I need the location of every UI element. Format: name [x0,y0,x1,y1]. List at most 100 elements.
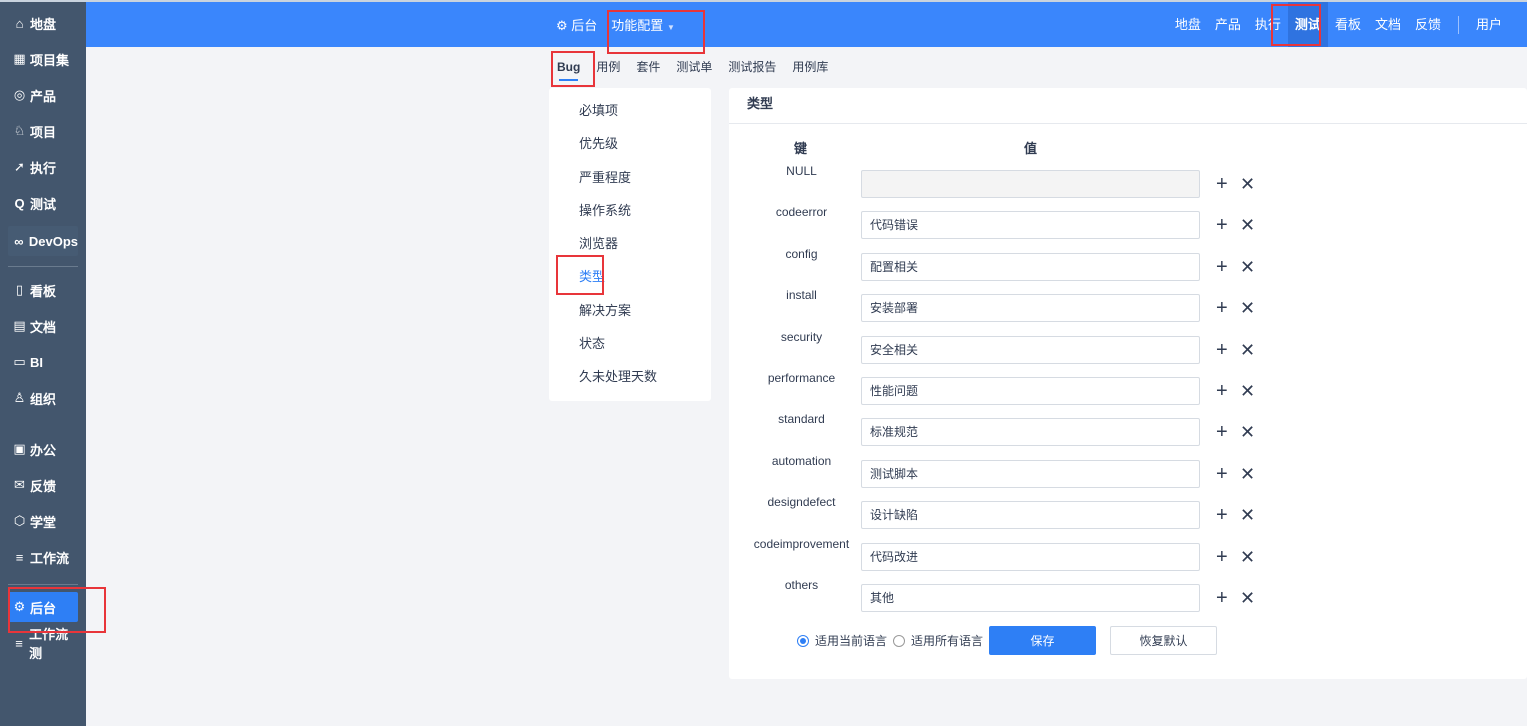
save-button[interactable]: 保存 [989,626,1097,655]
radio-label: 适用所有语言 [911,634,984,648]
close-icon[interactable]: ✕ [1240,296,1255,320]
sidebar-item-execution[interactable]: ➚ 执行 [8,152,78,182]
top-nav-item[interactable]: 看板 [1328,2,1368,47]
row-value-input[interactable]: 安装部署 [861,294,1200,323]
plus-icon[interactable]: + [1216,420,1228,444]
plus-icon[interactable]: + [1216,379,1228,403]
value-header: 值 [1024,141,1038,156]
sub-nav-tab[interactable]: 用例库 [784,47,836,87]
sidebar-item-admin[interactable]: ⚙ 后台 [8,592,78,622]
row-value-input[interactable]: 代码错误 [861,211,1200,240]
key-value-row: standard 标准规范 + ✕ [729,412,1289,447]
sidebar-item-label: 文档 [30,319,57,335]
plus-icon[interactable]: + [1216,545,1228,569]
sub-nav-tab[interactable]: 套件 [628,47,668,87]
close-icon[interactable]: ✕ [1240,379,1255,403]
section-dropdown[interactable]: 功能配置 ▼ [611,15,675,34]
row-value-input[interactable]: 安全相关 [861,335,1200,364]
config-menu-item[interactable]: 优先级 [549,127,711,160]
sidebar-divider [8,584,78,585]
row-value-input[interactable]: 其他 [861,584,1200,612]
sidebar-item-product[interactable]: ◎ 产品 [8,80,78,110]
sidebar-item-label: 执行 [30,160,57,176]
sidebar-item-qa[interactable]: Q 测试 [8,188,78,218]
config-menu-item[interactable]: 严重程度 [549,161,711,194]
close-icon[interactable]: ✕ [1240,338,1255,362]
sidebar-item-workflow-test[interactable]: ≡ 工作流测 [8,627,78,661]
sidebar-item-org[interactable]: ♙ 组织 [8,383,78,413]
row-value-input[interactable] [861,170,1200,198]
gear-icon: ⚙ [556,18,568,33]
key-value-row: codeerror 代码错误 + ✕ [729,205,1289,240]
sidebar-item-label: 办公 [30,442,57,458]
row-key: performance [767,371,836,385]
sidebar-item-oa[interactable]: ▣ 办公 [8,434,78,464]
close-icon[interactable]: ✕ [1240,545,1255,569]
sidebar-item-academy[interactable]: ⬡ 学堂 [8,506,78,536]
plus-icon[interactable]: + [1216,503,1228,527]
config-menu-item[interactable]: 解决方案 [549,294,711,327]
admin-icon: ⚙ [13,599,26,614]
plus-icon[interactable]: + [1216,172,1228,196]
plus-icon[interactable]: + [1216,255,1228,279]
close-icon[interactable]: ✕ [1240,255,1255,279]
sidebar-item-home[interactable]: ⌂ 地盘 [8,8,78,38]
home-icon: ⌂ [15,15,24,31]
close-icon[interactable]: ✕ [1240,420,1255,444]
radio-checked-icon [797,634,809,647]
close-icon[interactable]: ✕ [1240,213,1255,237]
sidebar-item-workflow[interactable]: ≡ 工作流 [8,542,78,572]
sidebar-item-kanban[interactable]: ▯ 看板 [8,275,78,305]
close-icon[interactable]: ✕ [1240,586,1255,610]
row-value-input[interactable]: 代码改进 [861,542,1200,571]
top-nav-item[interactable]: 测试 [1287,2,1328,47]
bi-icon: ▭ [13,354,26,369]
close-icon[interactable]: ✕ [1240,172,1255,196]
plus-icon[interactable]: + [1216,296,1228,320]
close-icon[interactable]: ✕ [1240,462,1255,486]
row-key: codeimprovement [753,536,850,551]
sidebar-item-devops[interactable]: ∞ DevOps [8,226,78,256]
plus-icon[interactable]: + [1216,338,1228,362]
sub-nav-tab[interactable]: Bug [549,47,588,87]
close-icon[interactable]: ✕ [1240,503,1255,527]
sidebar-item-program[interactable]: ▦ 项目集 [8,44,78,74]
radio-all-languages[interactable]: 适用所有语言 [893,632,983,649]
top-nav-item[interactable]: 产品 [1208,2,1248,47]
sub-nav-tab[interactable]: 用例 [588,47,628,87]
reset-default-button[interactable]: 恢复默认 [1110,626,1218,655]
row-value-input[interactable]: 设计缺陷 [861,501,1200,530]
config-menu-item[interactable]: 状态 [549,327,711,360]
config-menu-item[interactable]: 久未处理天数 [549,360,711,393]
kanban-icon: ▯ [15,282,24,297]
row-value-input[interactable]: 性能问题 [861,377,1200,405]
sub-nav: Bug 用例 套件 测试单 测试报告 用例库 [549,47,836,87]
admin-breadcrumb[interactable]: ⚙ 后台 [556,15,597,34]
config-menu-item[interactable]: 类型 [549,260,711,293]
row-value-input[interactable]: 测试脚本 [861,459,1200,488]
sidebar-item-bi[interactable]: ▭ BI [8,347,78,377]
top-nav-item[interactable]: 地盘 [1168,2,1208,47]
radio-unchecked-icon [893,634,906,647]
sub-nav-tab[interactable]: 测试单 [668,47,720,87]
plus-icon[interactable]: + [1216,586,1228,610]
row-value-input[interactable]: 配置相关 [861,252,1200,281]
config-menu-item[interactable]: 操作系统 [549,194,711,227]
top-nav-item[interactable]: 文档 [1368,2,1408,47]
sub-nav-tab[interactable]: 测试报告 [720,47,784,87]
sidebar-item-project[interactable]: ♘ 项目 [8,116,78,146]
sidebar-item-feedback[interactable]: ✉ 反馈 [8,470,78,500]
sidebar-item-label: 看板 [30,283,57,299]
top-nav-item[interactable]: 反馈 [1408,2,1448,47]
sidebar: ⌂ 地盘 ▦ 项目集 ◎ 产品 ♘ 项目 ➚ 执行 Q 测试 ∞ DevOps ▯ 看板 ▤ 文档 ▭ BI ♙ 组织 ▣ 办… [0,2,86,726]
config-menu-item[interactable]: 浏览器 [549,227,711,260]
config-menu-item[interactable]: 必填项 [549,94,711,127]
top-nav-item[interactable]: 执行 [1248,2,1288,47]
sidebar-item-doc[interactable]: ▤ 文档 [8,311,78,341]
row-value-input[interactable]: 标准规范 [861,418,1200,447]
user-menu[interactable]: 用户 [1469,2,1509,47]
panel-title: 类型 [729,88,1527,124]
radio-current-language[interactable]: 适用当前语言 [797,632,887,649]
plus-icon[interactable]: + [1216,462,1228,486]
plus-icon[interactable]: + [1216,213,1228,237]
